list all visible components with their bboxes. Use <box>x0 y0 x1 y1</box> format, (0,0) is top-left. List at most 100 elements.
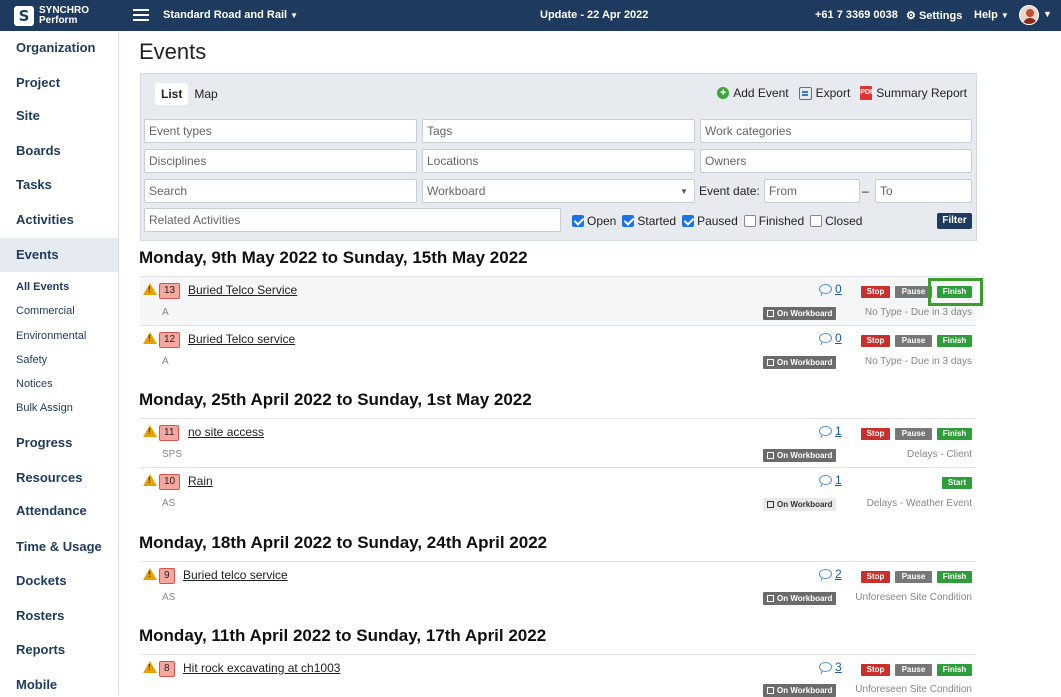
on-workboard-badge[interactable]: On Workboard <box>763 307 837 320</box>
pause-button[interactable]: Pause <box>895 571 932 583</box>
checkbox-open[interactable]: Open <box>572 214 616 228</box>
event-title-link[interactable]: Buried Telco service <box>188 332 295 346</box>
on-workboard-badge[interactable]: On Workboard <box>763 449 837 462</box>
tags-input[interactable] <box>422 119 695 143</box>
filter-panel: List Map + Add Event Export PDF Summary Re… <box>140 73 977 241</box>
related-activities-input[interactable] <box>144 208 561 232</box>
tab-list[interactable]: List <box>155 83 189 105</box>
date-to-input[interactable] <box>875 179 972 203</box>
event-title-link[interactable]: Buried telco service <box>183 568 288 582</box>
stop-button[interactable]: Stop <box>861 335 890 347</box>
event-row[interactable]: 10 Rain AS 1 Start On Workboard Delays -… <box>140 467 976 516</box>
sidebar-item-boards[interactable]: Boards <box>0 142 118 160</box>
comments-link[interactable]: 1 <box>819 473 842 487</box>
settings-button[interactable]: ⚙ Settings <box>906 9 962 22</box>
finish-button[interactable]: Finish <box>937 335 972 347</box>
workboard-select[interactable] <box>422 179 695 203</box>
checkbox-paused[interactable]: Paused <box>682 214 738 228</box>
event-number: 9 <box>159 568 175 584</box>
warning-icon <box>143 474 157 486</box>
stop-button[interactable]: Stop <box>861 664 890 676</box>
event-title-link[interactable]: no site access <box>188 425 264 439</box>
checkbox-finished[interactable]: Finished <box>743 214 804 228</box>
sidebar-item-progress[interactable]: Progress <box>0 434 118 452</box>
user-menu-chevron-icon[interactable]: ▼ <box>1043 9 1052 19</box>
sidebar-sub-notices[interactable]: Notices <box>16 378 53 390</box>
event-title-link[interactable]: Hit rock excavating at ch1003 <box>183 661 340 675</box>
sidebar-item-activities[interactable]: Activities <box>0 211 118 229</box>
sidebar-item-events[interactable]: Events <box>0 238 118 272</box>
disciplines-input[interactable] <box>144 149 417 173</box>
add-to-workboard-badge[interactable]: On Workboard <box>763 498 837 511</box>
checkbox-started[interactable]: Started <box>622 214 676 228</box>
sidebar-sub-bulk-assign[interactable]: Bulk Assign <box>16 402 73 414</box>
user-avatar[interactable] <box>1019 5 1039 25</box>
sidebar-item-time-usage[interactable]: Time & Usage <box>0 538 118 556</box>
event-row[interactable]: 13 Buried Telco Service A 0 Stop Pause F… <box>140 276 983 325</box>
summary-report-button[interactable]: PDF Summary Report <box>860 86 967 100</box>
sidebar-item-tasks[interactable]: Tasks <box>0 176 118 194</box>
comment-icon <box>819 426 832 436</box>
sidebar-item-attendance[interactable]: Attendance <box>0 502 118 520</box>
sidebar-item-mobile[interactable]: Mobile <box>0 676 118 694</box>
gear-icon: ⚙ <box>906 10 916 22</box>
finish-button[interactable]: Finish <box>937 664 972 676</box>
hamburger-menu-icon[interactable] <box>133 6 149 24</box>
comments-link[interactable]: 3 <box>819 660 842 674</box>
export-button[interactable]: Export <box>798 86 850 100</box>
sidebar-item-organization[interactable]: Organization <box>0 39 118 57</box>
help-menu[interactable]: Help ▼ <box>974 9 1009 21</box>
event-date-label: Event date: <box>699 184 760 198</box>
pause-button[interactable]: Pause <box>895 428 932 440</box>
event-title-link[interactable]: Rain <box>188 474 213 488</box>
stop-button[interactable]: Stop <box>861 286 890 298</box>
work-categories-input[interactable] <box>700 119 972 143</box>
locations-input[interactable] <box>422 149 695 173</box>
event-row[interactable]: 9 Buried telco service AS 2 Stop Pause F… <box>140 561 976 610</box>
comments-link[interactable]: 0 <box>819 282 842 296</box>
event-row[interactable]: 12 Buried Telco service A 0 Stop Pause F… <box>140 325 976 374</box>
sidebar-item-reports[interactable]: Reports <box>0 641 118 659</box>
on-workboard-badge[interactable]: On Workboard <box>763 684 837 697</box>
date-from-input[interactable] <box>764 179 860 203</box>
sidebar-sub-safety[interactable]: Safety <box>16 354 47 366</box>
event-types-input[interactable] <box>144 119 417 143</box>
finish-button[interactable]: Finish <box>937 428 972 440</box>
on-workboard-badge[interactable]: On Workboard <box>763 592 837 605</box>
sidebar-sub-environmental[interactable]: Environmental <box>16 330 86 342</box>
warning-icon <box>143 425 157 437</box>
pause-button[interactable]: Pause <box>895 664 932 676</box>
pause-button[interactable]: Pause <box>895 335 932 347</box>
synchro-logo[interactable]: S SYNCHRO Perform <box>0 0 120 31</box>
on-workboard-badge[interactable]: On Workboard <box>763 356 837 369</box>
stop-button[interactable]: Stop <box>861 428 890 440</box>
pause-button[interactable]: Pause <box>895 286 932 298</box>
sidebar-item-resources[interactable]: Resources <box>0 469 118 487</box>
sidebar-sub-all-events[interactable]: All Events <box>16 281 69 293</box>
tab-map[interactable]: Map <box>188 83 223 105</box>
start-button[interactable]: Start <box>942 477 972 489</box>
week-heading: Monday, 9th May 2022 to Sunday, 15th May… <box>139 248 528 267</box>
sidebar-item-rosters[interactable]: Rosters <box>0 607 118 625</box>
owners-input[interactable] <box>700 149 972 173</box>
comments-link[interactable]: 1 <box>819 424 842 438</box>
event-row[interactable]: 11 no site access SPS 1 Stop Pause Finis… <box>140 418 976 467</box>
stop-button[interactable]: Stop <box>861 571 890 583</box>
event-row[interactable]: 8 Hit rock excavating at ch1003 3 Stop P… <box>140 654 976 697</box>
warning-icon <box>143 332 157 344</box>
finish-button[interactable]: Finish <box>937 571 972 583</box>
filter-button[interactable]: Filter <box>937 213 972 229</box>
search-input[interactable] <box>144 179 417 203</box>
sidebar-sub-commercial[interactable]: Commercial <box>16 305 75 317</box>
event-title-link[interactable]: Buried Telco Service <box>188 283 297 297</box>
support-phone: +61 7 3369 0038 <box>815 9 898 21</box>
add-event-button[interactable]: + Add Event <box>717 86 789 100</box>
comments-link[interactable]: 0 <box>819 331 842 345</box>
project-selector[interactable]: Standard Road and Rail ▼ <box>163 9 298 21</box>
sidebar-item-dockets[interactable]: Dockets <box>0 572 118 590</box>
page-title: Events <box>139 39 207 64</box>
checkbox-closed[interactable]: Closed <box>810 214 862 228</box>
sidebar-item-site[interactable]: Site <box>0 107 118 125</box>
comments-link[interactable]: 2 <box>819 567 842 581</box>
sidebar-item-project[interactable]: Project <box>0 74 118 92</box>
